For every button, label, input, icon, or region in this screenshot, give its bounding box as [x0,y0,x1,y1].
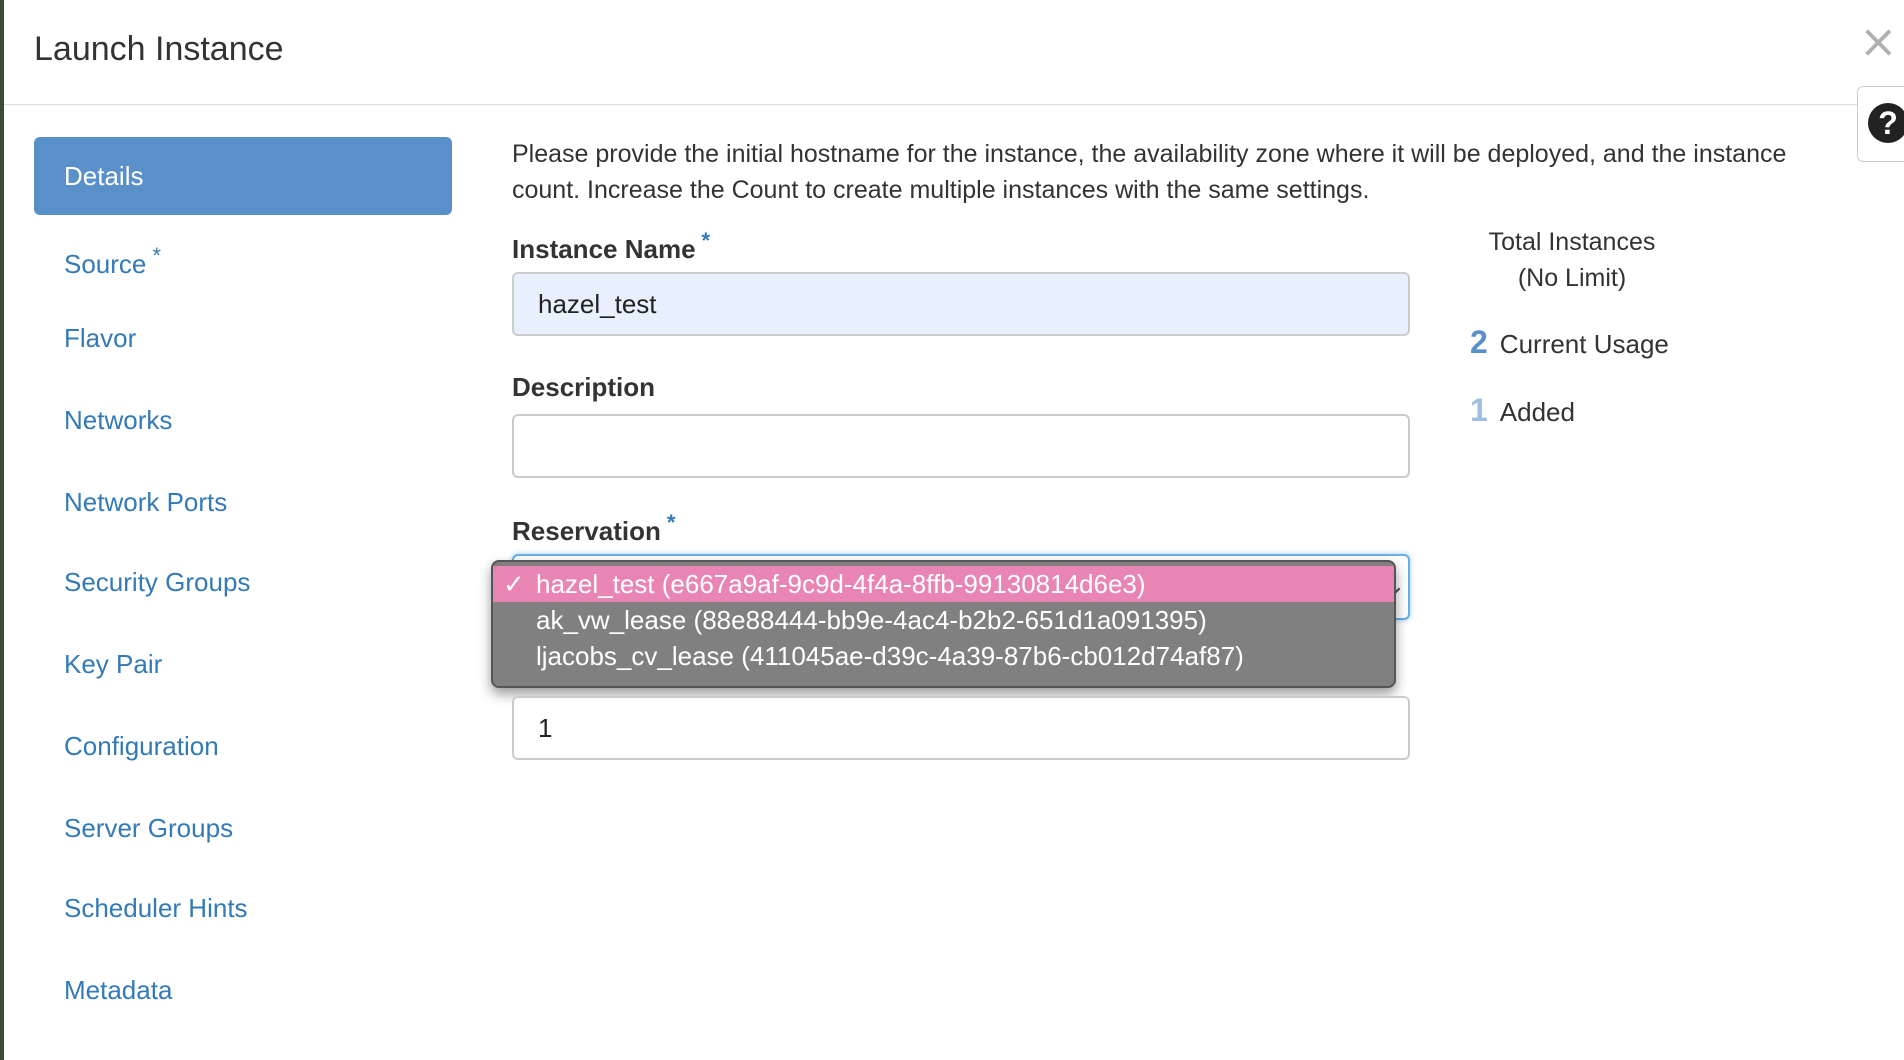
nav-item-networks[interactable]: Networks [34,381,452,459]
added-count: 1 [1470,392,1488,428]
nav-item-security-groups[interactable]: Security Groups [34,543,452,621]
check-icon: ✓ [503,569,525,599]
current-usage-count: 2 [1470,324,1488,360]
option-label: hazel_test (e667a9af-9c9d-4f4a-8ffb-9913… [536,569,1146,599]
nav-item-source[interactable]: Source * [34,217,452,295]
nav-item-metadata[interactable]: Metadata [34,951,452,1029]
step-description: Please provide the initial hostname for … [512,140,1787,204]
nav-item-label: Key Pair [64,649,163,679]
current-usage-stat: 2 Current Usage [1470,324,1669,361]
nav-item-scheduler-hints[interactable]: Scheduler Hints [34,869,452,947]
added-label: Added [1499,397,1575,427]
required-marker: * [152,243,161,268]
option-label: ak_vw_lease (88e88444-bb9e-4ac4-b2b2-651… [536,605,1207,635]
dropdown-option[interactable]: ljacobs_cv_lease (411045ae-d39c-4a39-87b… [493,638,1394,674]
nav-item-label: Metadata [64,975,173,1005]
dialog-header: Launch Instance × [4,0,1904,105]
current-usage-label: Current Usage [1499,329,1669,359]
nav-item-key-pair[interactable]: Key Pair [34,625,452,703]
instance-name-label: Instance Name * [512,228,710,265]
dropdown-option[interactable]: ✓ hazel_test (e667a9af-9c9d-4f4a-8ffb-99… [493,566,1394,602]
reservation-dropdown: ✓ hazel_test (e667a9af-9c9d-4f4a-8ffb-99… [491,560,1396,688]
description-label: Description [512,372,656,402]
nav-item-label: Flavor [64,323,137,353]
nav-item-label: Security Groups [64,567,251,597]
quota-limit: (No Limit) [1517,264,1627,292]
dialog-title: Launch Instance [34,30,284,68]
dropdown-option[interactable]: ak_vw_lease (88e88444-bb9e-4ac4-b2b2-651… [493,602,1394,638]
window-edge [0,0,4,1060]
quota-title: Total Instances [1488,228,1656,256]
added-stat: 1 Added [1470,392,1575,429]
help-button[interactable]: ? [1857,86,1904,162]
nav-item-label: Networks [64,405,173,435]
nav-item-configuration[interactable]: Configuration [34,707,452,785]
description-input[interactable] [512,414,1410,478]
nav-item-label: Details [64,161,144,191]
nav-item-label: Network Ports [64,487,228,517]
nav-item-flavor[interactable]: Flavor [34,299,452,377]
count-input[interactable] [512,696,1410,760]
nav-item-network-ports[interactable]: Network Ports [34,463,452,541]
nav-item-label: Configuration [64,731,219,761]
nav-item-details[interactable]: Details [34,137,452,215]
option-label: ljacobs_cv_lease (411045ae-d39c-4a39-87b… [536,641,1244,671]
total-instances-title: Total Instances (No Limit) [1452,224,1692,296]
field-label: Instance Name [512,234,696,264]
required-marker: * [666,510,676,535]
nav-item-label: Server Groups [64,813,234,843]
reservation-label: Reservation * [512,510,675,547]
nav-item-server-groups[interactable]: Server Groups [34,789,452,867]
question-icon: ? [1868,103,1904,143]
close-icon[interactable]: × [1859,18,1898,64]
nav-item-label: Scheduler Hints [64,893,248,923]
nav-item-label: Source [64,249,147,279]
field-label: Reservation [512,516,661,546]
instance-name-input[interactable] [512,272,1410,336]
required-marker: * [701,228,711,253]
